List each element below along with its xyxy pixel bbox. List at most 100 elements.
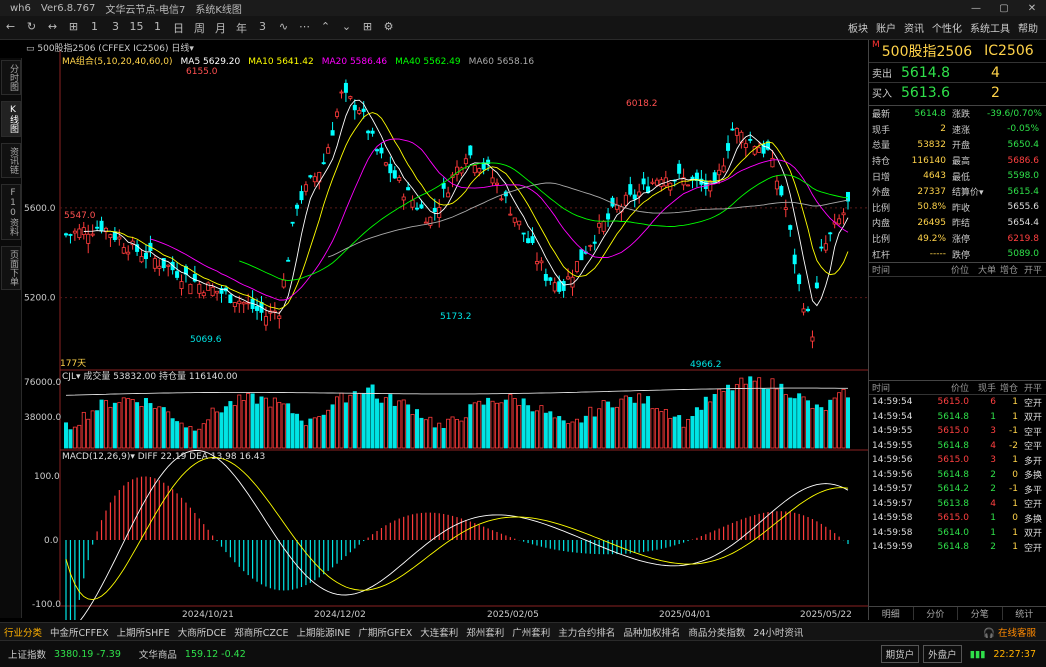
detail-tab-2[interactable]: 分笔 xyxy=(958,607,1003,620)
toolbar-icon-9[interactable]: 周 xyxy=(189,20,210,36)
volume-bar xyxy=(494,402,499,449)
toolbar-icon-5[interactable]: 3 xyxy=(105,20,126,36)
exchange-tab-11[interactable]: 品种加权排名 xyxy=(623,625,680,639)
exchange-tab-12[interactable]: 商品分类指数 xyxy=(688,625,745,639)
volume-bar xyxy=(588,406,593,449)
close-icon[interactable]: ✕ xyxy=(1018,3,1046,14)
toolbar-icon-8[interactable]: 日 xyxy=(168,20,189,36)
detail-tab-1[interactable]: 分价 xyxy=(914,607,958,620)
x-label-1: 2024/12/02 xyxy=(314,610,366,620)
trade-cell: 4 xyxy=(990,498,996,509)
volume-bar xyxy=(352,391,357,449)
exchange-tab-2[interactable]: 上期所SHFE xyxy=(117,625,170,639)
volume-bar xyxy=(330,404,335,449)
kline-chart[interactable]: 5600.0 5200.0 6155.0 6018.2 5547.0 5069.6 5173… xyxy=(22,40,868,667)
x-label-4: 2025/05/22 xyxy=(800,610,852,620)
exchange-tab-5[interactable]: 上期能源INE xyxy=(296,625,350,639)
candle-body xyxy=(792,254,797,265)
menu-2[interactable]: 资讯 xyxy=(904,20,924,35)
toolbar-icon-7[interactable]: 1 xyxy=(147,20,168,36)
volume-bar xyxy=(357,393,362,449)
candle-body xyxy=(299,191,304,201)
toolbar-icon-14[interactable]: ⋯ xyxy=(294,20,315,36)
left-tab-4[interactable]: 页面下单 xyxy=(1,246,21,290)
menu-3[interactable]: 个性化 xyxy=(932,20,962,35)
exchange-tab-0[interactable]: 行业分类 xyxy=(4,625,42,639)
menu-5[interactable]: 帮助 xyxy=(1018,20,1038,35)
exchange-tab-6[interactable]: 广期所GFEX xyxy=(358,625,412,639)
column-header: 开平 xyxy=(1023,265,1042,276)
volume-bar xyxy=(614,406,619,449)
candle-body xyxy=(432,207,437,213)
volume-bar xyxy=(783,394,788,449)
left-tab-2[interactable]: 资讯链 xyxy=(1,143,21,178)
exchange-tab-4[interactable]: 郑商所CZCE xyxy=(234,625,288,639)
sell-row[interactable]: 卖出 5614.8 4 xyxy=(869,62,1046,82)
toolbar-icon-11[interactable]: 年 xyxy=(231,20,252,36)
volume-bar xyxy=(143,398,148,449)
toolbar-icon-4[interactable]: 1 xyxy=(84,20,105,36)
toolbar-icon-0[interactable]: ← xyxy=(0,20,21,36)
toolbar-icon-13[interactable]: ∿ xyxy=(273,20,294,36)
volume-bar xyxy=(743,383,748,449)
left-tab-1[interactable]: K线图 xyxy=(1,101,21,137)
toolbar-icon-17[interactable]: ⊞ xyxy=(357,20,378,36)
toolbar-icon-2[interactable]: ↔ xyxy=(42,20,63,36)
toolbar-icon-18[interactable]: ⚙ xyxy=(378,20,399,36)
menu-1[interactable]: 账户 xyxy=(876,20,896,35)
candle-body xyxy=(281,279,286,288)
toolbar-icon-3[interactable]: ⊞ xyxy=(63,20,84,36)
toolbar-icon-10[interactable]: 月 xyxy=(210,20,231,36)
quote-value: 5598.0 xyxy=(1007,171,1040,182)
left-tab-0[interactable]: 分时图 xyxy=(1,60,21,95)
candle-body xyxy=(526,238,531,244)
trade-cell: -1 xyxy=(1009,484,1018,495)
detail-tab-0[interactable]: 明细 xyxy=(869,607,914,620)
exchange-tab-8[interactable]: 郑州套利 xyxy=(466,625,504,639)
exchange-tab-13[interactable]: 24小时资讯 xyxy=(753,625,803,639)
volume-bar xyxy=(539,405,544,449)
candle-body xyxy=(210,286,215,297)
trades-header: 时间 价位 现手 增仓 开平 xyxy=(869,379,1046,395)
exchange-tabs: 行业分类 中金所CFFEX 上期所SHFE 大商所DCE 郑商所CZCE 上期能源INE 广… xyxy=(0,622,1046,640)
futures-account-button[interactable]: 期货户 xyxy=(880,645,920,663)
y-label-5600: 5600.0 xyxy=(24,204,56,214)
candle-body xyxy=(641,178,646,185)
buy-row[interactable]: 买入 5613.6 2 xyxy=(869,82,1046,102)
volume-bar xyxy=(335,396,340,449)
toolbar-icon-1[interactable]: ↻ xyxy=(21,20,42,36)
menu-4[interactable]: 系统工具 xyxy=(970,20,1010,35)
left-tab-3[interactable]: F10资料 xyxy=(1,184,21,240)
foreign-account-button[interactable]: 外盘户 xyxy=(923,645,962,663)
menu-0[interactable]: 板块 xyxy=(848,20,868,35)
candle-body xyxy=(614,204,619,210)
exchange-tab-10[interactable]: 主力合约排名 xyxy=(558,625,615,639)
trade-cell: 双开 xyxy=(1023,529,1042,540)
toolbar-icon-12[interactable]: 3 xyxy=(252,20,273,36)
exchange-tab-9[interactable]: 广州套利 xyxy=(512,625,550,639)
candle-body xyxy=(543,274,548,281)
volume-bar xyxy=(121,397,126,449)
toolbar-icon-16[interactable]: ⌄ xyxy=(336,20,357,36)
minimize-icon[interactable]: — xyxy=(962,3,990,14)
candle-body xyxy=(637,191,642,197)
quote-value: 5655.6 xyxy=(1007,202,1040,213)
toolbar-icon-15[interactable]: ⌃ xyxy=(315,20,336,36)
exchange-tab-7[interactable]: 大连套利 xyxy=(420,625,458,639)
candle-body xyxy=(423,221,428,224)
detail-tab-3[interactable]: 统计 xyxy=(1003,607,1046,620)
trade-cell: -1 xyxy=(1009,426,1018,437)
volume-bar xyxy=(814,404,819,449)
chart-area[interactable]: 5600.0 5200.0 6155.0 6018.2 5547.0 5069.6 5173… xyxy=(22,40,868,667)
candle-body xyxy=(650,181,655,184)
trade-row: 14:59:54 5614.8 1 1 双开 xyxy=(869,409,1046,424)
vol-tick-1: 76000.0 xyxy=(24,378,61,388)
ma-MA20: MA20 5586.46 xyxy=(321,57,388,67)
maximize-icon[interactable]: ▢ xyxy=(990,3,1018,14)
exchange-tab-1[interactable]: 中金所CFFEX xyxy=(50,625,109,639)
online-service-button[interactable]: 🎧 在线客服 xyxy=(983,625,1036,639)
candle-body xyxy=(241,301,246,305)
toolbar-icon-6[interactable]: 15 xyxy=(126,20,147,36)
candle-body xyxy=(837,218,842,225)
exchange-tab-3[interactable]: 大商所DCE xyxy=(178,625,226,639)
